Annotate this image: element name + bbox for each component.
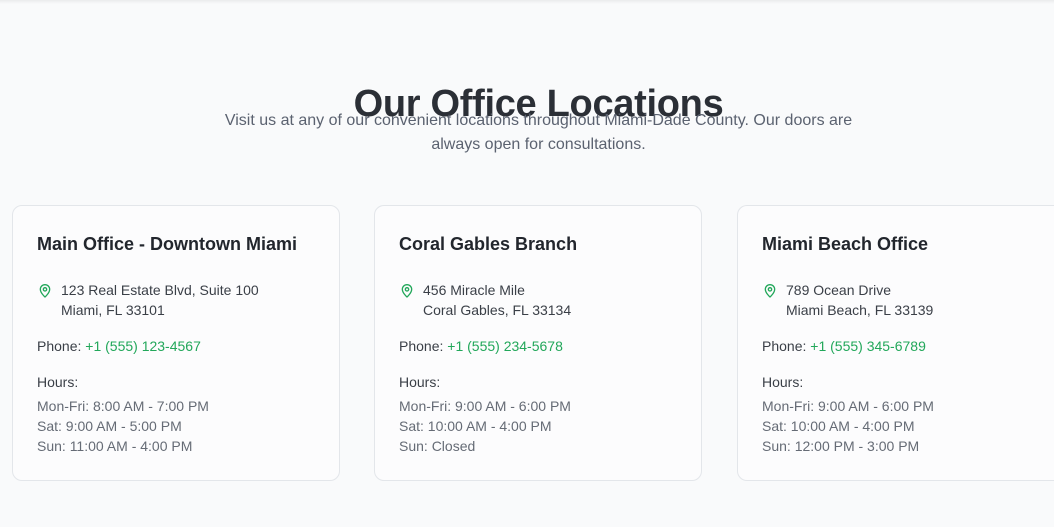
office-name: Coral Gables Branch — [399, 234, 578, 254]
hours-label: Hours: — [399, 374, 441, 390]
hours-sunday: Sun: 12:00 PM - 3:00 PM — [762, 438, 920, 454]
hours-label: Hours: — [762, 374, 804, 390]
address-line-1: 123 Real Estate Blvd, Suite 100 — [61, 282, 259, 298]
phone-label: Phone: — [37, 338, 82, 354]
office-hours: Mon-Fri: 9:00 AM - 6:00 PM Sat: 10:00 AM… — [399, 396, 677, 456]
hours-weekday: Mon-Fri: 8:00 AM - 7:00 PM — [37, 398, 209, 414]
hours-sunday: Sun: Closed — [399, 438, 476, 454]
map-pin-icon — [764, 284, 776, 298]
office-phone: Phone: +1 (555) 234-5678 — [399, 336, 677, 356]
address-line-1: 456 Miracle Mile — [423, 282, 525, 298]
office-card-coral-gables: Coral Gables Branch 456 Miracle Mile Cor… — [374, 205, 702, 481]
hours-saturday: Sat: 10:00 AM - 4:00 PM — [762, 418, 915, 434]
hours-sunday: Sun: 11:00 AM - 4:00 PM — [37, 438, 193, 454]
map-pin-icon — [401, 284, 413, 298]
address-line-2: Miami, FL 33101 — [61, 302, 165, 318]
map-pin-icon — [39, 284, 51, 298]
phone-link[interactable]: +1 (555) 345-6789 — [810, 338, 926, 354]
office-card-downtown: Main Office - Downtown Miami 123 Real Es… — [12, 205, 340, 481]
address-line-2: Coral Gables, FL 33134 — [423, 302, 572, 318]
phone-label: Phone: — [762, 338, 807, 354]
phone-link[interactable]: +1 (555) 234-5678 — [447, 338, 563, 354]
phone-label: Phone: — [399, 338, 444, 354]
address-line-2: Miami Beach, FL 33139 — [786, 302, 934, 318]
header-shadow — [0, 0, 1054, 4]
hours-saturday: Sat: 9:00 AM - 5:00 PM — [37, 418, 182, 434]
hours-saturday: Sat: 10:00 AM - 4:00 PM — [399, 418, 552, 434]
office-hours: Mon-Fri: 8:00 AM - 7:00 PM Sat: 9:00 AM … — [37, 396, 315, 456]
hours-label: Hours: — [37, 374, 79, 390]
office-name: Miami Beach Office — [762, 234, 929, 254]
hours-weekday: Mon-Fri: 9:00 AM - 6:00 PM — [399, 398, 571, 414]
section-subtitle: Visit us at any of our convenient locati… — [224, 112, 853, 153]
office-card-miami-beach: Miami Beach Office 789 Ocean Drive Miami… — [737, 205, 1054, 481]
office-phone: Phone: +1 (555) 345-6789 — [762, 336, 1030, 356]
office-hours: Mon-Fri: 9:00 AM - 6:00 PM Sat: 10:00 AM… — [762, 396, 1030, 456]
office-phone: Phone: +1 (555) 123-4567 — [37, 336, 315, 356]
hours-weekday: Mon-Fri: 9:00 AM - 6:00 PM — [762, 398, 934, 414]
phone-link[interactable]: +1 (555) 123-4567 — [85, 338, 201, 354]
office-address: 123 Real Estate Blvd, Suite 100 Miami, F… — [37, 280, 315, 320]
address-line-1: 789 Ocean Drive — [786, 282, 892, 298]
office-address: 789 Ocean Drive Miami Beach, FL 33139 — [762, 280, 1030, 320]
office-address: 456 Miracle Mile Coral Gables, FL 33134 — [399, 280, 677, 320]
office-locations-section: Our Office Locations Visit us at any of … — [0, 0, 1054, 527]
office-name: Main Office - Downtown Miami — [37, 234, 297, 254]
